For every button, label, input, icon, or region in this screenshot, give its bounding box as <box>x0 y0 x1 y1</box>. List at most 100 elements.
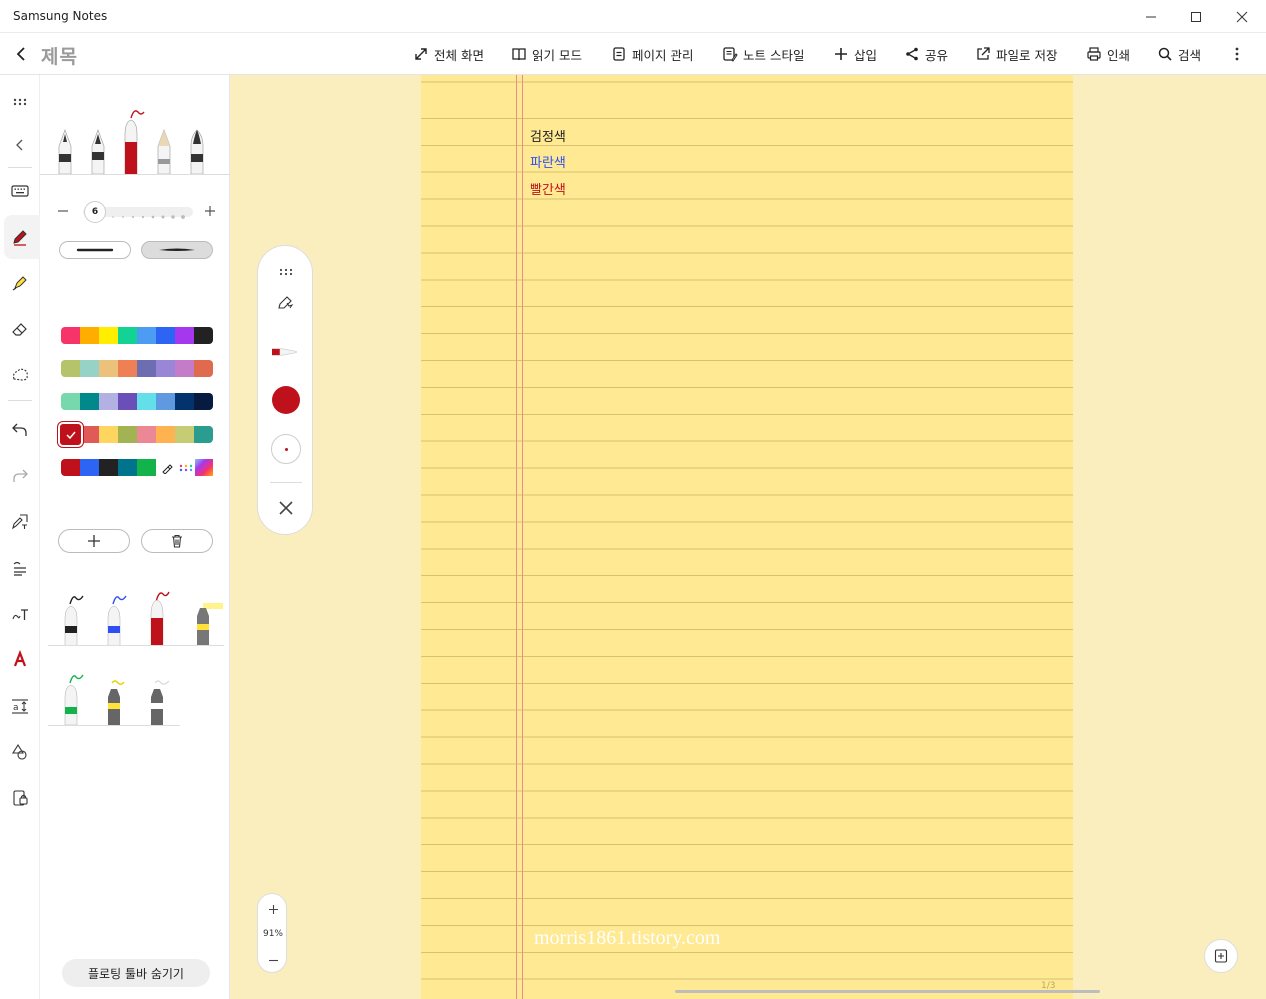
color-swatch[interactable] <box>175 393 194 410</box>
note-canvas[interactable]: 검정색 파란색 빨간색 morris1861.tistory.com 1/3 9… <box>230 75 1266 999</box>
color-swatch[interactable] <box>80 327 99 344</box>
color-swatch[interactable] <box>118 327 137 344</box>
fountain-pen-option[interactable] <box>54 104 76 175</box>
note-style-button[interactable]: 노트 스타일 <box>722 45 804 63</box>
color-swatch[interactable] <box>156 360 175 377</box>
color-swatch[interactable] <box>61 360 80 377</box>
rail-drag-handle[interactable] <box>6 88 34 116</box>
floating-toolbar-drag-handle[interactable] <box>272 258 300 286</box>
pen-tool-button[interactable] <box>6 223 34 251</box>
color-swatch[interactable] <box>175 327 194 344</box>
color-swatch[interactable] <box>99 360 118 377</box>
favorite-pen-blue[interactable] <box>104 588 127 647</box>
favorite-pen-black[interactable] <box>61 588 84 647</box>
color-swatch[interactable] <box>194 360 213 377</box>
rail-collapse-button[interactable] <box>6 131 34 159</box>
calligraphy-pen-option[interactable] <box>186 104 208 175</box>
color-swatch[interactable] <box>156 393 175 410</box>
search-button[interactable]: 검색 <box>1157 45 1201 63</box>
custom-color-button[interactable] <box>195 459 213 476</box>
pen-size-value[interactable]: 6 <box>84 201 106 223</box>
color-swatch[interactable] <box>99 393 118 410</box>
color-swatch[interactable] <box>61 459 80 476</box>
color-swatch[interactable] <box>175 360 194 377</box>
floating-color-button[interactable] <box>272 386 300 414</box>
eyedropper-button[interactable] <box>157 459 176 476</box>
floating-size-button[interactable] <box>271 434 301 464</box>
keyboard-mode-button[interactable] <box>6 177 34 205</box>
color-swatch[interactable] <box>194 327 213 344</box>
shape-pen-button[interactable] <box>6 508 34 536</box>
redo-button[interactable] <box>6 462 34 490</box>
close-button[interactable] <box>1219 0 1265 33</box>
color-swatch[interactable] <box>194 393 213 410</box>
favorite-pen-green[interactable] <box>61 667 84 726</box>
text-style-button[interactable] <box>6 646 34 674</box>
handwriting-to-text-button[interactable] <box>6 600 34 628</box>
color-swatch[interactable] <box>175 426 194 443</box>
lasso-tool-button[interactable] <box>6 361 34 389</box>
delete-favorite-pen-button[interactable] <box>141 529 213 553</box>
color-swatch[interactable] <box>99 426 118 443</box>
color-picker-button[interactable] <box>176 459 195 476</box>
selected-color-swatch[interactable] <box>58 422 83 447</box>
tapered-stroke-option-selected[interactable] <box>141 241 213 259</box>
highlighter-tool-button[interactable] <box>6 269 34 297</box>
color-swatch[interactable] <box>194 426 213 443</box>
handwritten-line-2[interactable]: 파란색 <box>530 152 566 171</box>
print-button[interactable]: 인쇄 <box>1086 45 1130 63</box>
color-swatch[interactable] <box>137 426 156 443</box>
handwritten-line-3[interactable]: 빨간색 <box>530 179 566 198</box>
eraser-tool-button[interactable] <box>6 315 34 343</box>
ink-pen-option[interactable] <box>87 104 109 175</box>
back-button[interactable] <box>10 43 32 65</box>
minimize-button[interactable] <box>1128 0 1174 33</box>
floating-shape-pen-button[interactable] <box>272 288 300 316</box>
color-swatch[interactable] <box>137 459 156 476</box>
zoom-out-button[interactable] <box>265 952 281 968</box>
color-swatch[interactable] <box>80 393 99 410</box>
favorite-highlighter-yellow-2[interactable] <box>104 667 126 725</box>
favorite-pen-red[interactable] <box>147 588 170 647</box>
pencil-option[interactable] <box>153 104 175 175</box>
color-swatch[interactable] <box>99 459 118 476</box>
fullscreen-button[interactable]: 전체 화면 <box>413 45 484 63</box>
color-swatch[interactable] <box>118 360 137 377</box>
color-swatch[interactable] <box>137 360 156 377</box>
horizontal-scrollbar[interactable] <box>675 990 1100 993</box>
lined-page[interactable]: 검정색 파란색 빨간색 morris1861.tistory.com 1/3 <box>421 75 1073 999</box>
reading-mode-button[interactable]: 읽기 모드 <box>511 45 582 63</box>
favorite-marker-gray[interactable] <box>147 667 170 725</box>
color-swatch[interactable] <box>80 360 99 377</box>
uniform-stroke-option[interactable] <box>59 241 131 259</box>
more-options-button[interactable] <box>1228 43 1246 65</box>
maximize-button[interactable] <box>1173 0 1219 33</box>
color-swatch[interactable] <box>118 393 137 410</box>
color-swatch[interactable] <box>137 327 156 344</box>
shapes-button[interactable] <box>6 738 34 766</box>
size-increase-button[interactable] <box>202 203 218 219</box>
color-swatch[interactable] <box>118 459 137 476</box>
color-swatch[interactable] <box>61 393 80 410</box>
color-swatch[interactable] <box>80 459 99 476</box>
floating-toolbar-close[interactable] <box>272 494 300 522</box>
save-as-file-button[interactable]: 파일로 저장 <box>975 45 1057 63</box>
size-decrease-button[interactable] <box>55 203 71 219</box>
align-strokes-button[interactable] <box>6 554 34 582</box>
note-title[interactable]: 제목 <box>41 42 78 69</box>
lock-page-button[interactable] <box>6 784 34 812</box>
floating-current-pen[interactable] <box>272 338 300 366</box>
hide-floating-toolbar-button[interactable]: 플로팅 툴바 숨기기 <box>62 959 210 987</box>
favorite-highlighter-yellow[interactable] <box>193 588 223 646</box>
brush-pen-option-selected[interactable] <box>120 104 145 175</box>
text-size-button[interactable]: a <box>6 692 34 720</box>
add-page-button[interactable] <box>1204 939 1238 973</box>
zoom-in-button[interactable] <box>265 901 281 917</box>
color-swatch[interactable] <box>137 393 156 410</box>
share-button[interactable]: 공유 <box>904 45 948 63</box>
add-favorite-pen-button[interactable] <box>58 529 130 553</box>
color-swatch[interactable] <box>156 426 175 443</box>
page-manage-button[interactable]: 페이지 관리 <box>611 45 693 63</box>
undo-button[interactable] <box>6 416 34 444</box>
color-swatch[interactable] <box>118 426 137 443</box>
